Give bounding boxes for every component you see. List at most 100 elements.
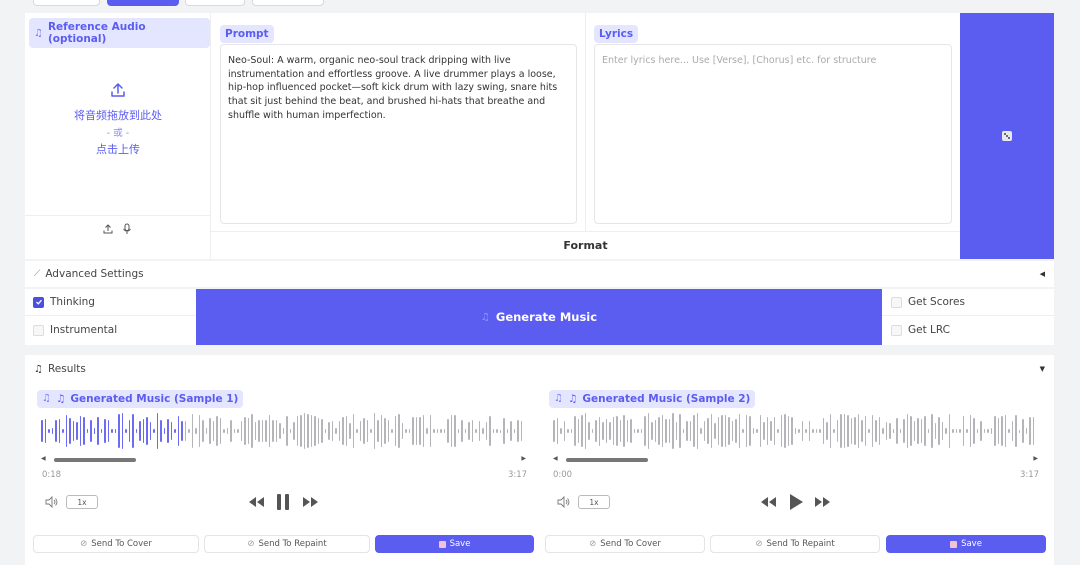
audio-drop-zone[interactable]: 将音频拖放到此处 - 或 - 点击上传 — [25, 43, 211, 215]
play-icon[interactable] — [788, 493, 804, 511]
sample-2-speed-button[interactable]: 1x — [578, 495, 610, 509]
sample-1-save-button[interactable]: Save — [375, 535, 534, 553]
waveform-bar — [626, 420, 628, 442]
waveform-bar — [300, 414, 302, 448]
fast-forward-icon[interactable] — [813, 496, 831, 508]
get-lrc-checkbox-row[interactable]: Get LRC — [882, 316, 1054, 344]
waveform-bar — [408, 428, 410, 434]
scroll-thumb[interactable] — [566, 458, 648, 462]
top-tab-1[interactable] — [33, 0, 100, 6]
waveform-bar — [177, 415, 179, 447]
results-header[interactable]: ♫ Results ▼ — [25, 361, 1054, 377]
waveform-bar — [570, 429, 572, 433]
waveform-bar — [574, 415, 576, 447]
sample-2-send-to-repaint-button[interactable]: ⊘ Send To Repaint — [710, 535, 880, 553]
get-scores-checkbox-row[interactable]: Get Scores — [882, 289, 1054, 316]
top-tab-4[interactable] — [252, 0, 324, 6]
waveform-bar — [724, 415, 726, 447]
waveform-bar — [1001, 415, 1003, 447]
thinking-checkbox[interactable] — [33, 296, 44, 308]
waveform-bar — [742, 429, 744, 433]
waveform-bar — [941, 421, 943, 441]
waveform-bar — [801, 421, 803, 441]
wrench-icon: ⟋ — [34, 269, 41, 279]
waveform-bar — [510, 420, 512, 442]
waveform-bar — [756, 429, 758, 433]
top-tab-3[interactable] — [185, 0, 245, 6]
volume-icon[interactable] — [557, 496, 571, 508]
waveform-bar — [871, 414, 873, 448]
waveform-bar — [868, 429, 870, 433]
waveform-bar — [261, 419, 263, 443]
sample-1-waveform[interactable] — [41, 412, 526, 450]
sample-2-send-to-cover-button[interactable]: ⊘ Send To Cover — [545, 535, 705, 553]
get-lrc-checkbox[interactable] — [891, 324, 902, 336]
link-icon: ⊘ — [247, 539, 255, 549]
prompt-textarea[interactable]: Neo-Soul: A warm, organic neo-soul track… — [220, 44, 577, 224]
sample-1-send-to-repaint-button[interactable]: ⊘ Send To Repaint — [204, 535, 370, 553]
random-button[interactable] — [960, 13, 1054, 259]
waveform-bar — [314, 416, 316, 446]
scroll-thumb[interactable] — [54, 458, 136, 462]
sample-1-speed-button[interactable]: 1x — [66, 495, 98, 509]
prompt-section: Prompt Neo-Soul: A warm, organic neo-sou… — [211, 13, 586, 231]
instrumental-checkbox-row[interactable]: Instrumental — [25, 316, 196, 344]
instrumental-checkbox[interactable] — [33, 324, 44, 336]
waveform-bar — [1008, 429, 1010, 433]
waveform-bar — [1018, 429, 1020, 433]
waveform-bar — [184, 421, 186, 441]
waveform-bar — [668, 419, 670, 443]
waveform-bar — [749, 415, 751, 447]
waveform-bar — [875, 420, 877, 442]
waveform-bar — [703, 420, 705, 442]
rewind-icon[interactable] — [760, 496, 778, 508]
waveform-bar — [794, 428, 796, 434]
pause-icon[interactable] — [276, 493, 290, 511]
top-tab-2[interactable] — [107, 0, 179, 6]
volume-icon[interactable] — [45, 496, 59, 508]
waveform-bar — [763, 421, 765, 441]
format-button[interactable]: Format — [211, 231, 960, 259]
sample-1-scrollbar[interactable]: ◀ ▶ — [41, 455, 526, 464]
waveform-bar — [731, 420, 733, 442]
waveform-bar — [602, 422, 604, 440]
waveform-bar — [471, 419, 473, 443]
scroll-left-icon[interactable]: ◀ — [553, 455, 558, 462]
sample-2-save-button[interactable]: Save — [886, 535, 1046, 553]
scroll-right-icon[interactable]: ▶ — [521, 455, 526, 462]
rewind-icon[interactable] — [248, 496, 266, 508]
waveform-bar — [79, 415, 81, 447]
waveform-bar — [672, 413, 674, 449]
waveform-bar — [69, 418, 71, 444]
or-text: - 或 - — [106, 128, 130, 139]
sample-1-current-time: 0:18 — [42, 470, 62, 480]
waveform-bar — [630, 419, 632, 443]
generate-music-button[interactable]: ♫ Generate Music — [196, 289, 882, 345]
waveform-bar — [310, 414, 312, 448]
thinking-checkbox-row[interactable]: Thinking — [25, 289, 196, 316]
waveform-bar — [447, 419, 449, 443]
sample-1-send-to-cover-button[interactable]: ⊘ Send To Cover — [33, 535, 199, 553]
waveform-bar — [240, 420, 242, 442]
waveform-bar — [878, 416, 880, 446]
scroll-left-icon[interactable]: ◀ — [41, 455, 46, 462]
waveform-bar — [987, 429, 989, 433]
music-icon: ♫ — [55, 392, 66, 405]
waveform-bar — [770, 421, 772, 441]
fast-forward-icon[interactable] — [301, 496, 319, 508]
waveform-bar — [331, 421, 333, 441]
instrumental-label: Instrumental — [50, 324, 118, 336]
sample-2-current-time: 0:00 — [553, 470, 573, 480]
sample-2-scrollbar[interactable]: ◀ ▶ — [553, 455, 1038, 464]
waveform-bar — [766, 417, 768, 445]
sample-2-waveform[interactable] — [553, 412, 1038, 450]
upload-source-icon[interactable] — [102, 223, 114, 235]
scroll-right-icon[interactable]: ▶ — [1033, 455, 1038, 462]
advanced-settings-toggle[interactable]: ⟋ Advanced Settings ◀ — [25, 261, 1054, 287]
waveform-bar — [899, 428, 901, 434]
lyrics-textarea[interactable]: Enter lyrics here... Use [Verse], [Choru… — [594, 44, 952, 224]
get-scores-checkbox[interactable] — [891, 296, 902, 308]
microphone-icon[interactable] — [121, 223, 133, 235]
generate-music-label: Generate Music — [495, 310, 598, 324]
waveform-bar — [125, 428, 127, 434]
